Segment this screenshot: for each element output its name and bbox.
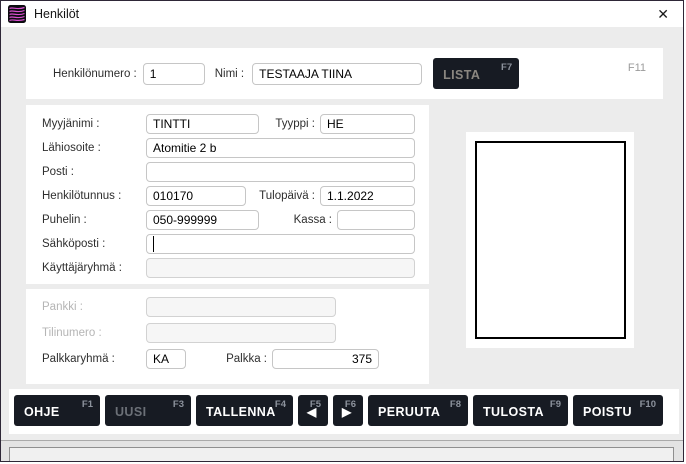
posti-label: Posti : <box>42 166 74 178</box>
kayttajaryhma-input <box>146 258 415 278</box>
photo-card <box>466 132 634 348</box>
uusi-fkey-label: F3 <box>172 399 184 410</box>
previous-record-button[interactable]: ◀ F5 <box>298 395 328 426</box>
tulopaiva-label: Tulopäivä : <box>259 190 315 202</box>
posti-input[interactable] <box>146 162 415 182</box>
puhelin-input[interactable] <box>146 210 259 230</box>
henkilotunnus-input[interactable] <box>146 186 246 206</box>
palkkaryhma-label: Palkkaryhmä : <box>42 353 115 365</box>
peruuta-button[interactable]: PERUUTA F8 <box>368 395 468 426</box>
row-puhelin: Puhelin : Kassa : <box>42 210 415 230</box>
uusi-button-label: UUSI <box>115 405 147 419</box>
ohje-button[interactable]: OHJE F1 <box>14 395 100 426</box>
footer-button-bar: OHJE F1 UUSI F3 TALLENNA F4 ◀ F5 ▶ F6 PE… <box>9 389 679 434</box>
ohje-fkey-label: F1 <box>81 399 93 410</box>
tallenna-button-label: TALLENNA <box>206 405 276 419</box>
puhelin-label: Puhelin : <box>42 214 87 226</box>
lista-button[interactable]: LISTA F7 <box>433 58 520 89</box>
poistu-button-label: POISTU <box>583 405 632 419</box>
pankki-input <box>146 297 336 317</box>
tulosta-fkey-label: F9 <box>549 399 561 410</box>
f11-shortcut-label: F11 <box>627 61 646 74</box>
app-window: Henkilöt ✕ Henkilönumero : Nimi : LISTA … <box>0 0 684 462</box>
henkilonumero-input[interactable] <box>142 62 205 85</box>
myyjanimi-label: Myyjänimi : <box>42 118 100 130</box>
tilinumero-label: Tilinumero : <box>42 327 102 339</box>
kayttajaryhma-label: Käyttäjäryhmä : <box>42 262 122 274</box>
row-myyjanimi: Myyjänimi : Tyyppi : <box>42 114 415 134</box>
pankki-label: Pankki : <box>42 301 83 313</box>
photo-placeholder <box>475 141 626 339</box>
header-panel: Henkilönumero : Nimi : LISTA F7 F11 <box>26 48 663 99</box>
close-icon[interactable]: ✕ <box>653 5 673 23</box>
henkilotunnus-label: Henkilötunnus : <box>42 190 122 202</box>
nimi-input[interactable] <box>252 62 423 85</box>
poistu-fkey-label: F10 <box>639 399 656 410</box>
row-lahiosoite: Lähiosoite : <box>42 138 415 158</box>
bank-salary-panel: Pankki : Tilinumero : Palkkaryhmä : Palk… <box>26 289 429 384</box>
status-bar-field <box>9 447 674 461</box>
lahiosoite-label: Lähiosoite : <box>42 142 101 154</box>
person-form-panel: Myyjänimi : Tyyppi : Lähiosoite : Posti … <box>26 105 429 284</box>
tulopaiva-input[interactable] <box>320 186 415 206</box>
palkkaryhma-input[interactable] <box>146 349 186 369</box>
sahkoposti-input[interactable] <box>146 234 415 254</box>
myyjanimi-input[interactable] <box>146 114 259 134</box>
henkilonumero-label: Henkilönumero : <box>53 67 137 80</box>
row-pankki: Pankki : <box>42 297 415 317</box>
tallenna-fkey-label: F4 <box>274 399 286 410</box>
text-caret <box>153 236 154 252</box>
previous-fkey-label: F5 <box>309 399 321 410</box>
tulosta-button[interactable]: TULOSTA F9 <box>473 395 568 426</box>
peruuta-fkey-label: F8 <box>449 399 461 410</box>
kassa-label: Kassa : <box>293 214 332 226</box>
sahkoposti-input-wrap <box>146 234 415 254</box>
tyyppi-label: Tyyppi : <box>275 118 315 130</box>
status-bar <box>1 440 683 461</box>
sahkoposti-label: Sähköposti : <box>42 238 106 250</box>
tallenna-button[interactable]: TALLENNA F4 <box>196 395 293 426</box>
row-sahkoposti: Sähköposti : <box>42 234 415 254</box>
row-palkkaryhma: Palkkaryhmä : Palkka : <box>42 349 415 369</box>
lista-fkey-label: F7 <box>501 62 513 73</box>
tyyppi-input[interactable] <box>320 114 415 134</box>
tilinumero-input <box>146 323 336 343</box>
window-title: Henkilöt <box>34 7 80 21</box>
lista-button-label: LISTA <box>443 68 481 82</box>
title-bar: Henkilöt ✕ <box>1 1 683 27</box>
nimi-label: Nimi : <box>214 67 245 80</box>
next-fkey-label: F6 <box>344 399 356 410</box>
tulosta-button-label: TULOSTA <box>483 405 544 419</box>
palkka-input[interactable] <box>272 349 379 369</box>
row-tilinumero: Tilinumero : <box>42 323 415 343</box>
palkka-label: Palkka : <box>226 353 267 365</box>
poistu-button[interactable]: POISTU F10 <box>573 395 663 426</box>
next-record-button[interactable]: ▶ F6 <box>333 395 363 426</box>
uusi-button[interactable]: UUSI F3 <box>105 395 191 426</box>
ohje-button-label: OHJE <box>24 405 60 419</box>
row-posti: Posti : <box>42 162 415 182</box>
row-kayttajaryhma: Käyttäjäryhmä : <box>42 258 415 278</box>
peruuta-button-label: PERUUTA <box>378 405 441 419</box>
app-logo-icon <box>8 5 26 23</box>
kassa-input[interactable] <box>337 210 415 230</box>
lahiosoite-input[interactable] <box>146 138 415 158</box>
row-henkilotunnus: Henkilötunnus : Tulopäivä : <box>42 186 415 206</box>
